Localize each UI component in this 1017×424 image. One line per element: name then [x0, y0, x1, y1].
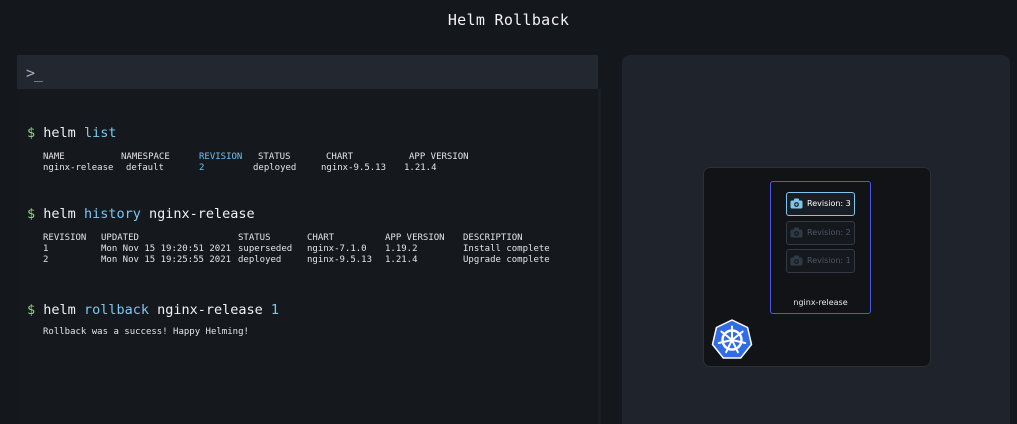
- kubernetes-logo-icon: [711, 319, 753, 359]
- table-header-cell: CHART: [326, 152, 354, 162]
- command-base: helm: [43, 206, 76, 222]
- camera-icon: [790, 255, 803, 266]
- terminal-header: >_: [17, 55, 598, 89]
- table-header-cell: NAMESPACE: [121, 152, 170, 162]
- table-header-cell: APP VERSION: [409, 152, 469, 162]
- revision-3-card[interactable]: Revision: 3: [786, 192, 855, 216]
- table-cell: 1.19.2: [385, 244, 418, 254]
- table-header-cell: NAME: [43, 152, 65, 162]
- table-cell: superseded: [238, 244, 293, 254]
- rollback-output: Rollback was a success! Happy Helming!: [43, 327, 249, 337]
- table-header-cell: DESCRIPTION: [463, 233, 523, 243]
- table-cell: deployed: [238, 255, 282, 265]
- revision-label: Revision: 2: [807, 228, 851, 237]
- table-header-cell: UPDATED: [101, 233, 139, 243]
- command-helm-history: $ helm history nginx-release: [27, 206, 255, 222]
- command-helm-rollback: $ helm rollback nginx-release 1: [27, 302, 279, 318]
- kubernetes-cluster: Revision: 3 Revision: 2 Revision: 1 ngin…: [703, 167, 931, 367]
- terminal-scrollbar[interactable]: [598, 89, 601, 424]
- table-cell: nginx-release: [43, 163, 114, 173]
- revision-2-card[interactable]: Revision: 2: [786, 221, 855, 245]
- table-cell: 1: [43, 244, 49, 254]
- table-header-cell: CHART: [307, 233, 335, 243]
- command-base: helm: [43, 302, 76, 318]
- table-header-cell: STATUS: [258, 152, 291, 162]
- table-cell: 1.21.4: [404, 163, 437, 173]
- camera-icon: [790, 227, 803, 238]
- terminal-prompt-icon: >_: [26, 64, 43, 82]
- prompt-symbol: $: [27, 302, 36, 318]
- command-arg2: nginx-release: [157, 302, 263, 318]
- command-base: helm: [43, 125, 76, 141]
- prompt-symbol: $: [27, 125, 36, 141]
- command-arg: rollback: [83, 302, 149, 318]
- table-header-cell: REVISION: [199, 152, 243, 162]
- table-cell: Install complete: [463, 244, 550, 254]
- prompt-symbol: $: [27, 206, 36, 222]
- release-box: Revision: 3 Revision: 2 Revision: 1 ngin…: [770, 181, 871, 314]
- terminal-panel[interactable]: >_ $ helm list NAME NAMESPACE REVISION S…: [17, 55, 598, 424]
- command-helm-list: $ helm list: [27, 125, 116, 141]
- table-cell: Mon Nov 15 19:25:55 2021: [101, 255, 232, 265]
- table-cell: nginx-7.1.0: [307, 244, 367, 254]
- table-cell: default: [126, 163, 164, 173]
- command-arg3: 1: [270, 302, 280, 318]
- revision-label: Revision: 3: [807, 199, 851, 208]
- command-arg: history: [83, 206, 141, 222]
- table-cell: Mon Nov 15 19:20:51 2021: [101, 244, 232, 254]
- table-cell: Upgrade complete: [463, 255, 550, 265]
- table-cell: 2: [199, 163, 205, 173]
- revision-1-card[interactable]: Revision: 1: [786, 249, 855, 273]
- command-arg: list: [83, 125, 117, 141]
- table-cell: nginx-9.5.13: [307, 255, 373, 265]
- table-cell: 2: [43, 255, 49, 265]
- preview-panel: Revision: 3 Revision: 2 Revision: 1 ngin…: [622, 55, 1010, 424]
- table-cell: nginx-9.5.13: [321, 163, 387, 173]
- camera-icon: [790, 198, 803, 209]
- table-cell: 1.21.4: [385, 255, 418, 265]
- table-cell: deployed: [253, 163, 297, 173]
- page-title: Helm Rollback: [447, 11, 570, 29]
- release-name: nginx-release: [793, 298, 848, 307]
- table-header-cell: APP VERSION: [385, 233, 445, 243]
- table-header-cell: STATUS: [238, 233, 271, 243]
- table-header-cell: REVISION: [43, 233, 87, 243]
- revision-label: Revision: 1: [807, 256, 851, 265]
- command-arg2: nginx-release: [148, 206, 255, 222]
